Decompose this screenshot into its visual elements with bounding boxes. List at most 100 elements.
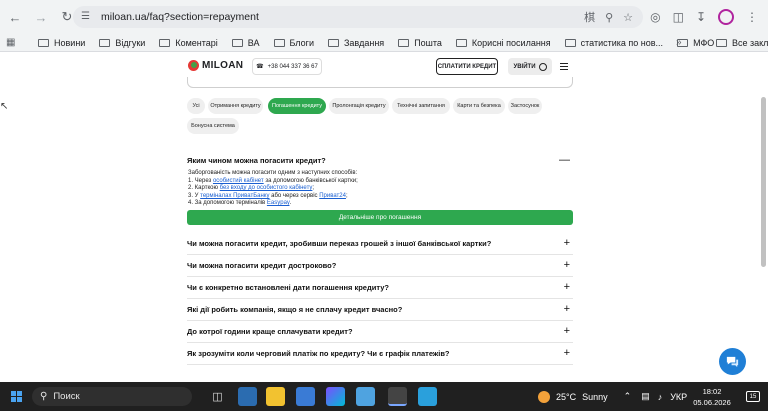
browser-toolbar: ← → ↻ ☰ miloan.ua/faq?section=repayment … — [0, 0, 768, 34]
faq-question[interactable]: Чи є конкретно встановлені дати погашенн… — [187, 276, 573, 298]
expand-icon[interactable]: + — [564, 237, 570, 249]
folder-icon — [99, 38, 111, 47]
task-view-icon[interactable]: ◫ — [208, 387, 227, 406]
notification-icon[interactable]: 15 — [746, 391, 760, 402]
pay-credit-button[interactable]: СПЛАТИТИ КРЕДИТ — [436, 58, 498, 75]
copilot-app-icon[interactable] — [326, 387, 345, 406]
mail-app-icon[interactable] — [296, 387, 315, 406]
expand-icon[interactable]: + — [564, 259, 570, 271]
faq-question[interactable]: Чи можна погасити кредит, зробивши перек… — [187, 232, 573, 254]
bookmark-folder[interactable]: МФО — [677, 38, 714, 48]
bookmark-label: Новини — [54, 37, 86, 48]
faq-question[interactable]: Як зрозуміти коли черговий платіж по кре… — [187, 342, 573, 364]
language-indicator[interactable]: УКР — [670, 392, 687, 402]
expand-icon[interactable]: + — [564, 303, 570, 315]
bookmark-label: Відгуки — [115, 37, 146, 48]
faq-answer: Заборгованість можна погасити одним з на… — [188, 170, 568, 208]
page-scrollbar[interactable] — [761, 57, 766, 375]
tab-bonus[interactable]: Бонусна система — [187, 118, 239, 134]
site-logo[interactable]: MILOAN — [188, 60, 243, 71]
search-label: Поиск — [53, 391, 80, 402]
expand-icon[interactable]: + — [564, 281, 570, 293]
site-info-icon[interactable]: ☰ — [81, 11, 93, 23]
tab-all[interactable]: Усі — [187, 98, 205, 114]
tab-prolongation[interactable]: Пролонгація кредиту — [329, 98, 389, 114]
app-icon[interactable] — [356, 387, 375, 406]
faq-question[interactable]: Які дії робить компанія, якщо я не сплач… — [187, 298, 573, 320]
no-login-link[interactable]: без входу до особистого кабінету — [220, 185, 313, 191]
address-bar[interactable]: ☰ miloan.ua/faq?section=repayment 棋 ⚲ ☆ — [73, 6, 643, 28]
bookmark-folder[interactable]: ВА — [231, 38, 260, 48]
taskbar-search[interactable]: ⚲ Поиск — [32, 387, 192, 406]
site-header: MILOAN ☎ +38 044 337 36 67 СПЛАТИТИ КРЕД… — [186, 56, 576, 78]
download-icon[interactable]: ↧ — [696, 10, 706, 24]
clock[interactable]: 18:02 05.06.2026 — [692, 386, 732, 408]
time: 18:02 — [702, 387, 722, 396]
url-text: miloan.ua/faq?section=repayment — [101, 11, 259, 23]
apps-grid-icon[interactable]: ▦ — [6, 37, 24, 48]
question-text: Чи можна погасити кредит достроково? — [187, 260, 337, 270]
scrollbar-thumb[interactable] — [761, 97, 766, 267]
bookmark-folder[interactable]: Корисні посилання — [455, 38, 551, 48]
bookmark-folder[interactable]: Новини — [38, 38, 85, 48]
tray-chevron-icon[interactable]: ⌃ — [624, 391, 632, 402]
network-icon[interactable]: ▤ — [641, 391, 650, 402]
bookmark-label: Коментарі — [175, 37, 218, 48]
profile-avatar-icon[interactable] — [718, 9, 734, 25]
chrome-app-icon[interactable] — [388, 387, 407, 406]
all-bookmarks[interactable]: Все закладки — [716, 38, 768, 48]
phone-button[interactable]: ☎ +38 044 337 36 67 — [252, 58, 322, 75]
chat-icon — [726, 356, 739, 368]
tab-repayment[interactable]: Погашення кредиту — [268, 98, 326, 114]
answer-text: за допомогою банківської картки; — [263, 177, 358, 184]
collapse-icon[interactable]: — — [559, 154, 570, 166]
tab-getting-credit[interactable]: Отримання кредиту — [208, 98, 263, 114]
zoom-icon[interactable]: ⚲ — [605, 11, 613, 24]
answer-text: ; — [312, 185, 315, 192]
expand-icon[interactable]: + — [564, 325, 570, 337]
bookmark-folder[interactable]: Завдання — [327, 38, 384, 48]
forward-icon[interactable]: → — [30, 6, 52, 28]
easypay-link[interactable]: Easypay — [267, 200, 290, 206]
bookmark-folder[interactable]: Коментарі — [159, 37, 218, 48]
file-explorer-icon[interactable] — [266, 387, 285, 406]
windows-start-icon[interactable] — [11, 391, 22, 402]
extensions-icon[interactable]: ◫ — [673, 10, 684, 24]
expand-icon[interactable]: + — [564, 347, 570, 359]
phone-number: +38 044 337 36 67 — [267, 63, 318, 70]
volume-icon[interactable]: ♪ — [658, 392, 663, 402]
tab-app[interactable]: Застосунок — [508, 98, 542, 114]
bookmark-folder[interactable]: Пошта — [398, 38, 442, 48]
login-button[interactable]: УВІЙТИ — [508, 58, 552, 75]
back-icon[interactable]: ← — [4, 6, 26, 28]
hamburger-menu-icon[interactable] — [560, 63, 568, 70]
tab-tech-questions[interactable]: Технічні запитання — [392, 98, 450, 114]
faq-question[interactable]: До котрої години краще сплачувати кредит… — [187, 320, 573, 342]
faq-question-open[interactable]: Яким чином можна погасити кредит? — — [187, 149, 573, 171]
answer-text: 2. Карткою — [188, 185, 220, 192]
folder-icon — [38, 38, 49, 47]
bookmark-folder[interactable]: Блоги — [273, 38, 314, 48]
more-bookmarks-icon[interactable]: » — [676, 37, 682, 48]
answer-text: ; — [345, 192, 348, 199]
telegram-app-icon[interactable] — [418, 387, 437, 406]
tab-cards-security[interactable]: Карти та безпека — [453, 98, 505, 114]
bookmark-star-icon[interactable]: ☆ — [623, 11, 633, 24]
bookmark-folder[interactable]: статистика по нов... — [564, 38, 663, 48]
faq-question[interactable]: Чи можна погасити кредит достроково? + — [187, 254, 573, 276]
store-app-icon[interactable] — [238, 387, 257, 406]
folder-icon — [327, 38, 339, 47]
privat24-link[interactable]: Приват24 — [319, 193, 346, 199]
translate-icon[interactable]: 棋 — [584, 9, 595, 25]
camera-icon[interactable]: ◎ — [650, 10, 660, 24]
privatbank-terminals-link[interactable]: терміналах ПриватБанку — [200, 193, 269, 199]
question-text: Чи є конкретно встановлені дати погашенн… — [187, 282, 389, 292]
bookmark-folder[interactable]: Відгуки — [99, 38, 145, 48]
cabinet-link[interactable]: особистий кабінет — [213, 178, 264, 184]
repayment-details-button[interactable]: Детальніше про погашення — [187, 210, 573, 225]
faq-search-box[interactable] — [187, 77, 573, 88]
chat-widget-button[interactable] — [719, 348, 746, 375]
mouse-cursor-icon: ↖ — [0, 101, 9, 112]
logo-mark-icon — [188, 60, 199, 71]
menu-dots-icon[interactable]: ⋮ — [746, 10, 758, 24]
